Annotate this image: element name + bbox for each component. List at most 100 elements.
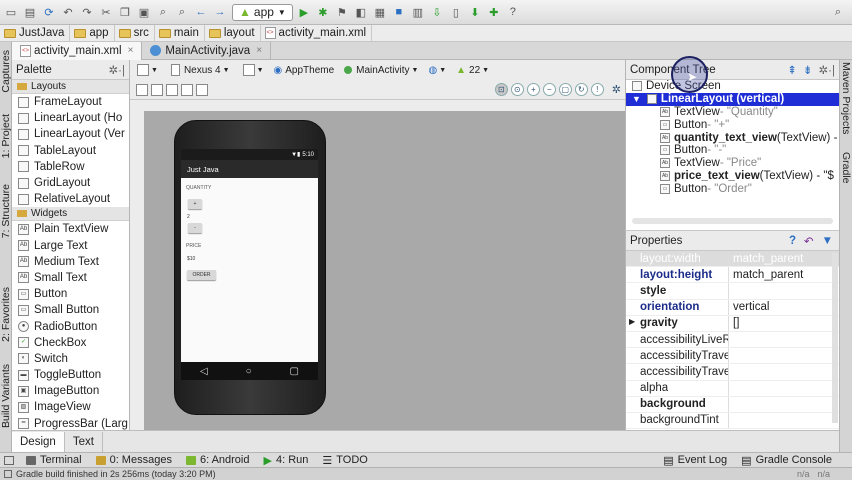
breadcrumb-item-app[interactable]: app [70, 24, 115, 42]
property-value[interactable] [728, 380, 839, 396]
palette-item-imagebutton[interactable]: ▣ ImageButton [12, 383, 129, 399]
expand-arrow-icon[interactable]: ▼ [632, 94, 641, 104]
gear-icon[interactable]: ✲·| [109, 63, 125, 77]
paste-icon[interactable]: ▣ [136, 4, 152, 20]
palette-item-relativelayout[interactable]: RelativeLayout [12, 191, 129, 207]
preview-minus-button[interactable]: - [188, 223, 202, 233]
tree-item-button-minus[interactable]: ▭ Button - "-" [626, 144, 839, 157]
property-accessibility-traversal-before[interactable]: accessibilityTrave [626, 364, 839, 381]
api-level-select[interactable]: ▲ 22 ▼ [452, 61, 493, 79]
property-layout-width[interactable]: layout:width match_parent [626, 251, 839, 268]
avd-manager-icon[interactable]: ▯ [448, 4, 464, 20]
preview-price-label[interactable]: PRICE [186, 243, 201, 249]
build-variants-tool-button[interactable]: Build Variants [0, 364, 12, 428]
sdk-manager-icon[interactable]: ⬇ [467, 4, 483, 20]
breadcrumb-item-file[interactable]: <> activity_main.xml [261, 24, 373, 42]
palette-item-gridlayout[interactable]: GridLayout [12, 175, 129, 191]
property-value[interactable]: match_parent [728, 251, 839, 267]
horizontal-scrollbar[interactable] [632, 218, 833, 224]
preview-plus-button[interactable]: + [188, 199, 202, 209]
undo-icon[interactable]: ↶ [60, 4, 76, 20]
find-icon[interactable]: ⌕ [155, 4, 171, 20]
property-value[interactable] [728, 348, 839, 364]
palette-item-radiobutton[interactable]: ● RadioButton [12, 318, 129, 334]
property-accessibility-traversal-after[interactable]: accessibilityTrave [626, 348, 839, 365]
palette-item-small-button[interactable]: ▭ Small Button [12, 302, 129, 318]
property-alpha[interactable]: alpha [626, 380, 839, 397]
redo-icon[interactable]: ↷ [79, 4, 95, 20]
palette-item-button[interactable]: ▭ Button [12, 286, 129, 302]
property-orientation[interactable]: orientation vertical [626, 299, 839, 316]
toggle-tool-windows-icon[interactable] [4, 455, 14, 465]
structure-tool-button[interactable]: 7: Structure [0, 184, 12, 238]
palette-group-layouts[interactable]: Layouts [12, 80, 129, 94]
theme-select[interactable]: ◉ AppTheme [270, 61, 339, 79]
palette-item-small-text[interactable]: Ab Small Text [12, 270, 129, 286]
error-indicator-icon[interactable]: ! [590, 83, 604, 96]
palette-item-switch[interactable]: ◐ Switch [12, 351, 129, 367]
close-icon[interactable]: × [128, 45, 134, 56]
profile-icon[interactable]: ▦ [372, 4, 388, 20]
tree-item-linearlayout[interactable]: ▼ LinearLayout (vertical) [626, 92, 839, 106]
device-monitor-icon[interactable]: ✚ [486, 4, 502, 20]
property-accessibility-live-region[interactable]: accessibilityLiveR [626, 331, 839, 349]
property-value[interactable]: match_parent [728, 267, 839, 283]
project-tool-button[interactable]: 1: Project [0, 114, 12, 158]
sync-icon[interactable]: ⟳ [41, 4, 57, 20]
event-log-tool-button[interactable]: ▤ Event Log [663, 454, 727, 467]
save-icon[interactable]: ▤ [22, 4, 38, 20]
property-value[interactable] [728, 331, 839, 348]
tab-main-activity-java[interactable]: MainActivity.java × [142, 41, 272, 60]
tab-design[interactable]: Design [12, 431, 65, 452]
palette-group-widgets[interactable]: Widgets [12, 207, 129, 222]
property-value[interactable]: [] [728, 315, 839, 331]
collapse-all-icon[interactable]: ⇟ [803, 63, 813, 77]
preview-order-button[interactable]: ORDER [187, 270, 216, 280]
tree-item-price-text-view[interactable]: Ab price_text_view (TextView) - "$ [626, 170, 839, 183]
gradle-sync-icon[interactable]: ⇩ [429, 4, 445, 20]
gear-icon[interactable]: ✲·| [819, 63, 835, 77]
zoom-actual-icon[interactable]: ⊙ [510, 83, 524, 96]
debug-icon[interactable]: ✱ [315, 4, 331, 20]
preview-quantity-value[interactable]: 2 [187, 214, 190, 220]
tab-activity-main-xml[interactable]: <> activity_main.xml × [12, 41, 143, 60]
vertical-scrollbar[interactable] [832, 253, 838, 423]
breadcrumb-item-project[interactable]: JustJava [0, 24, 71, 42]
open-folder-icon[interactable]: ▭ [3, 4, 19, 20]
palette-item-linearlayout-vertical[interactable]: LinearLayout (Ver [12, 126, 129, 142]
property-style[interactable]: style [626, 283, 839, 300]
zoom-out-icon[interactable]: − [542, 83, 556, 96]
favorites-tool-button[interactable]: 2: Favorites [0, 287, 12, 342]
tree-item-quantity-text-view[interactable]: Ab quantity_text_view (TextView) - [626, 131, 839, 144]
property-value[interactable] [728, 364, 839, 380]
help-icon[interactable]: ? [789, 235, 796, 247]
android-tool-button[interactable]: 6: Android [185, 454, 250, 466]
replace-icon[interactable]: ⌕ [174, 4, 190, 20]
tree-item-button-order[interactable]: ▭ Button - "Order" [626, 182, 839, 195]
zoom-fit-screen-icon[interactable]: ▢ [558, 83, 572, 96]
device-select[interactable]: Nexus 4 ▼ [164, 61, 234, 79]
breadcrumb-item-main[interactable]: main [155, 24, 205, 42]
orientation-select[interactable]: ▼ [236, 61, 268, 79]
stop-icon[interactable]: ■ [391, 4, 407, 20]
property-value[interactable]: vertical [728, 299, 839, 315]
locale-select[interactable]: ◍ ▼ [424, 61, 450, 79]
expand-arrow-icon[interactable]: ▶ [629, 317, 635, 326]
palette-item-plain-textview[interactable]: Ab Plain TextView [12, 221, 129, 237]
zoom-in-icon[interactable]: + [526, 83, 540, 96]
messages-tool-button[interactable]: 0: Messages [95, 454, 172, 466]
tree-item-device-screen[interactable]: Device Screen [626, 80, 839, 93]
palette-item-togglebutton[interactable]: ▬ ToggleButton [12, 367, 129, 383]
tree-item-textview-quantity[interactable]: Ab TextView - "Quantity" [626, 106, 839, 119]
run-tool-button[interactable]: ▶ 4: Run [264, 454, 309, 467]
undo-icon[interactable]: ↶ [804, 234, 814, 248]
cut-icon[interactable]: ✂ [98, 4, 114, 20]
run-configuration-select[interactable]: ▲ app ▼ [232, 3, 293, 21]
help-icon[interactable]: ? [505, 4, 521, 20]
palette-item-imageview[interactable]: ▨ ImageView [12, 399, 129, 415]
property-layout-height[interactable]: layout:height match_parent [626, 267, 839, 284]
tree-item-button-plus[interactable]: ▭ Button - "+" [626, 118, 839, 131]
vertical-resize-icon[interactable] [196, 83, 208, 96]
search-everywhere-icon[interactable]: ⌕ [830, 4, 846, 20]
palette-item-linearlayout-horizontal[interactable]: LinearLayout (Ho [12, 110, 129, 126]
